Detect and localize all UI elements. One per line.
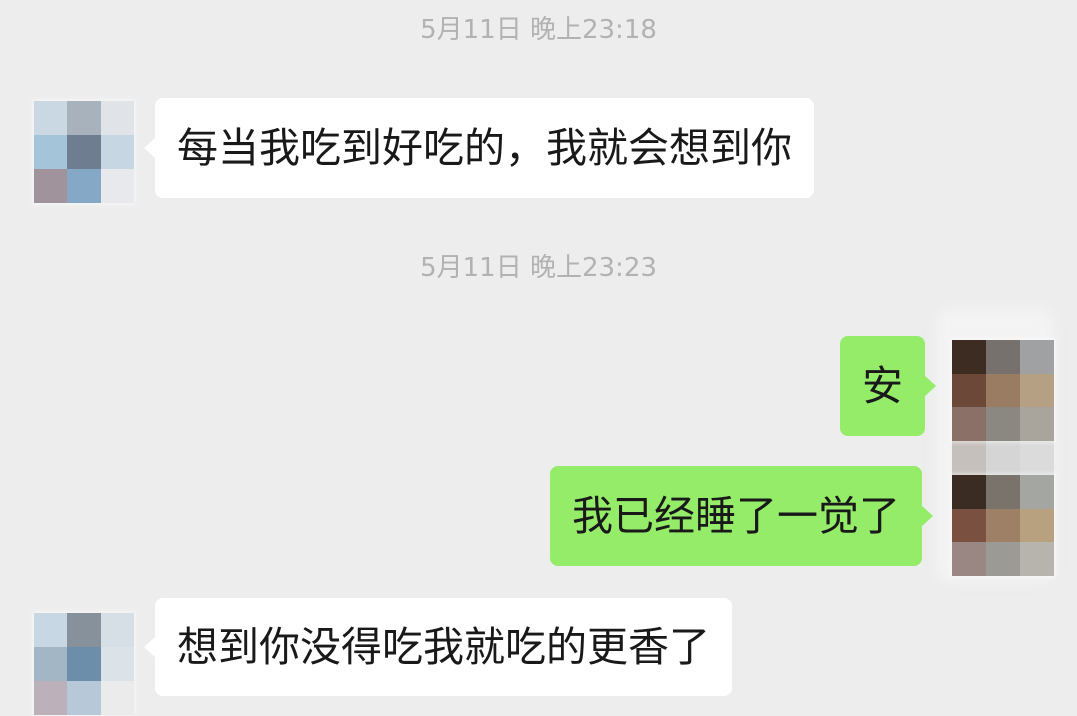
avatar-mosaic-cell: [34, 101, 68, 135]
avatar-mosaic-cell: [100, 135, 134, 169]
avatar-mosaic-cell: [100, 647, 134, 681]
avatar-mosaic-cell: [952, 373, 986, 408]
avatar-mosaic-cell: [100, 169, 134, 203]
avatar-mosaic-cell: [67, 135, 101, 169]
avatar-mosaic-cell: [952, 407, 986, 441]
timestamp: 5月11日 晚上23:23: [420, 253, 657, 283]
avatar-mosaic-cell: [986, 542, 1020, 576]
avatar-mosaic-cell: [1020, 373, 1054, 408]
message-bubble-received[interactable]: 想到你没得吃我就吃的更香了: [144, 598, 732, 696]
message-bubble-sent[interactable]: 我已经睡了一觉了: [550, 466, 933, 566]
avatar-mosaic-cell: [1020, 508, 1054, 543]
contact-avatar[interactable]: [34, 101, 134, 203]
avatar-mosaic-cell: [34, 647, 68, 681]
avatar-mosaic-cell: [67, 101, 101, 135]
avatar-blur-strip: [952, 441, 1054, 475]
avatar-mosaic-cell: [67, 169, 101, 203]
avatar-mosaic-cell: [34, 681, 68, 715]
avatar-mosaic-cell: [952, 475, 986, 509]
avatar-mosaic-cell: [67, 613, 101, 647]
avatar-mosaic-cell: [986, 407, 1020, 441]
message-text: 想到你没得吃我就吃的更香了: [177, 623, 710, 671]
message-text: 安: [862, 362, 903, 410]
message-text: 每当我吃到好吃的，我就会想到你: [177, 124, 792, 172]
avatar-mosaic-cell: [67, 647, 101, 681]
self-avatar[interactable]: [952, 475, 1054, 576]
chat-message-list[interactable]: 5月11日 晚上23:18 每当我吃到好吃的，我就会想到你 5月11日 晚上23…: [0, 0, 1077, 716]
avatar-mosaic-cell: [986, 475, 1020, 509]
avatar-mosaic-cell: [952, 542, 986, 576]
avatar-mosaic-cell: [34, 169, 68, 203]
avatar-mosaic-cell: [100, 613, 134, 647]
message-bubble-sent[interactable]: 安: [840, 336, 936, 436]
avatar-mosaic-cell: [986, 373, 1020, 408]
avatar-mosaic-cell: [952, 340, 986, 374]
contact-avatar[interactable]: [34, 613, 134, 715]
avatar-mosaic-cell: [1020, 340, 1054, 374]
self-avatar[interactable]: [952, 340, 1054, 441]
avatar-mosaic-cell: [1020, 542, 1054, 576]
avatar-mosaic-cell: [67, 681, 101, 715]
avatar-mosaic-cell: [34, 135, 68, 169]
avatar-mosaic-cell: [1020, 475, 1054, 509]
avatar-mosaic-cell: [100, 101, 134, 135]
avatar-mosaic-cell: [100, 681, 134, 715]
avatar-mosaic-cell: [952, 508, 986, 543]
message-bubble-received[interactable]: 每当我吃到好吃的，我就会想到你: [144, 98, 814, 198]
avatar-mosaic-cell: [986, 508, 1020, 543]
message-text: 我已经睡了一觉了: [572, 492, 900, 540]
avatar-mosaic-cell: [986, 340, 1020, 374]
avatar-mosaic-cell: [34, 613, 68, 647]
avatar-mosaic-cell: [1020, 407, 1054, 441]
timestamp: 5月11日 晚上23:18: [420, 15, 657, 45]
